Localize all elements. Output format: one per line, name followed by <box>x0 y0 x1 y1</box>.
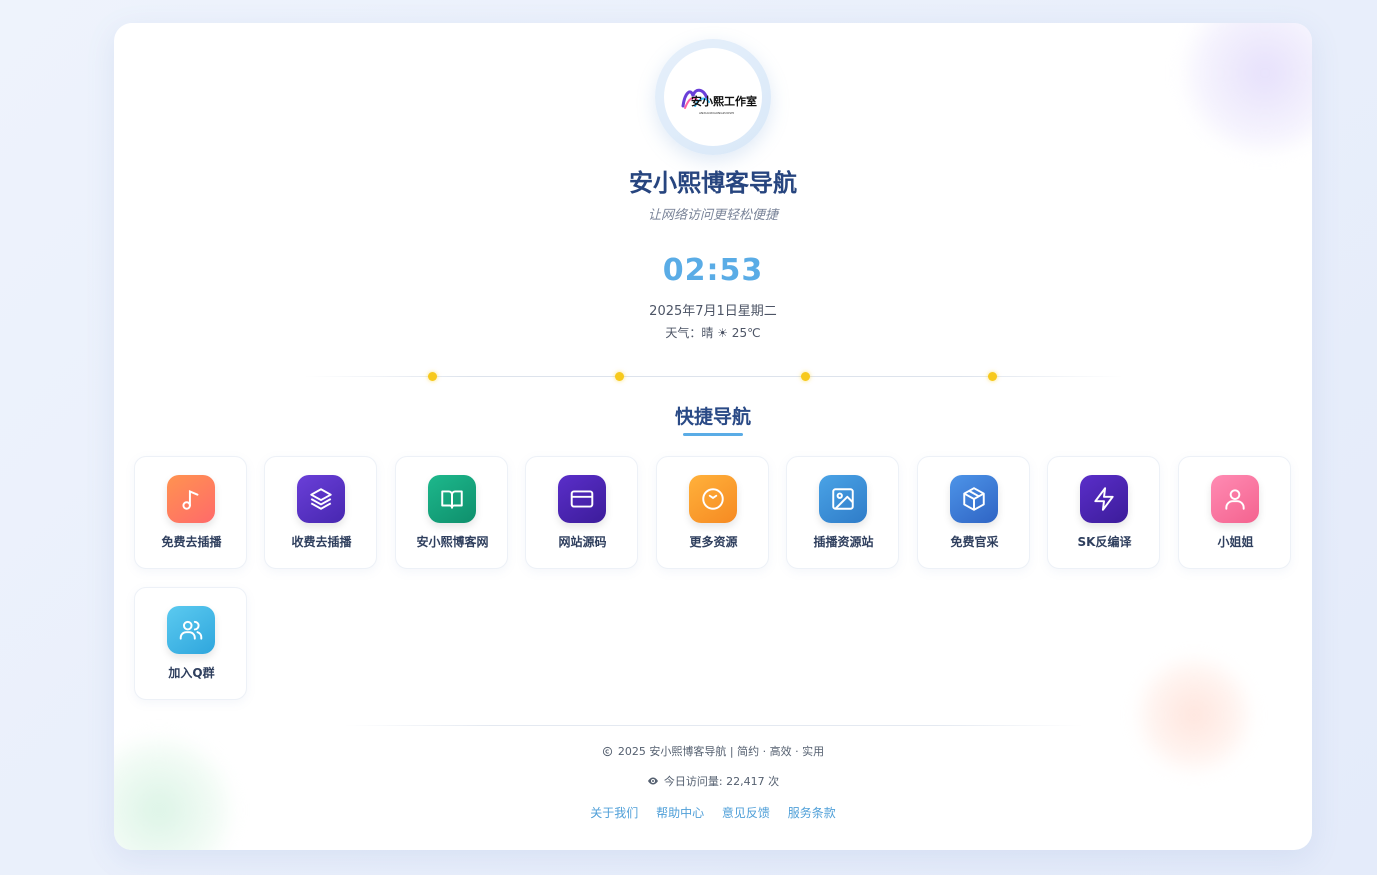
copyright-icon <box>602 746 612 757</box>
nav-label: 更多资源 <box>689 535 738 549</box>
nav-card-blog[interactable]: 安小熙博客网 <box>395 456 508 569</box>
footer-copyright: 2025 安小熙博客导航 | 简约 · 高效 · 实用 <box>114 743 1312 759</box>
main-card: 安小熙工作室 ANXIAOXIGONGZUOSHI 安小熙博客导航 让网络访问更… <box>114 23 1312 850</box>
footer-link-help[interactable]: 帮助中心 <box>656 806 704 820</box>
image-icon <box>819 475 867 523</box>
nav-label: 加入Q群 <box>168 666 215 680</box>
footer-link-feedback[interactable]: 意见反馈 <box>722 806 770 820</box>
user-icon <box>1211 475 1259 523</box>
layers-icon <box>297 475 345 523</box>
divider-dot <box>801 372 810 381</box>
nav-label: 安小熙博客网 <box>416 535 489 549</box>
clock-time: 02:53 <box>662 253 764 288</box>
decor-blob-purple <box>1180 23 1312 153</box>
copyright-text: 2025 安小熙博客导航 | 简约 · 高效 · 实用 <box>617 745 825 758</box>
section-underline <box>683 433 743 436</box>
nav-card-miss[interactable]: 小姐姐 <box>1178 456 1291 569</box>
book-icon <box>428 475 476 523</box>
weather-info: 天气：晴 ☀ 25℃ <box>665 326 761 340</box>
clock-date: 2025年7月1日星期二 <box>649 304 777 319</box>
nav-label: 网站源码 <box>558 535 607 549</box>
slogan: 让网络访问更轻松便捷 <box>647 208 778 223</box>
lightning-icon <box>1080 475 1128 523</box>
nav-label: 收费去插播 <box>291 535 352 549</box>
nav-card-join-qq-group[interactable]: 加入Q群 <box>134 587 247 700</box>
divider-dot <box>615 372 624 381</box>
site-logo[interactable]: 安小熙工作室 ANXIAOXIGONGZUOSHI <box>655 39 771 155</box>
section-title: 快捷导航 <box>674 406 751 428</box>
footer-divider <box>344 725 1084 726</box>
nav-card-free-official[interactable]: 免费官采 <box>917 456 1030 569</box>
divider-dot <box>428 372 437 381</box>
music-note-icon <box>167 475 215 523</box>
divider-dot <box>988 372 997 381</box>
footer-link-terms[interactable]: 服务条款 <box>788 806 836 820</box>
nav-card-paid-insert[interactable]: 收费去插播 <box>264 456 377 569</box>
nav-card-source-code[interactable]: 网站源码 <box>525 456 638 569</box>
nav-label: 插播资源站 <box>813 535 874 549</box>
nav-label: 免费去插播 <box>161 535 222 549</box>
footer-visits: 今日访问量: 22,417 次 <box>114 773 1312 789</box>
nav-card-sk-decompile[interactable]: SK反编译 <box>1047 456 1160 569</box>
nav-card-insert-resource-site[interactable]: 插播资源站 <box>786 456 899 569</box>
nav-label: 免费官采 <box>950 535 999 549</box>
divider <box>304 376 1124 377</box>
eye-icon <box>647 777 658 785</box>
footer-links: 关于我们 帮助中心 意见反馈 服务条款 <box>114 804 1312 821</box>
users-icon <box>167 606 215 654</box>
page-title: 安小熙博客导航 <box>629 169 797 197</box>
clock-icon <box>689 475 737 523</box>
nav-card-free-insert[interactable]: 免费去插播 <box>134 456 247 569</box>
nav-card-more-resources[interactable]: 更多资源 <box>656 456 769 569</box>
logo-brand-subtext: ANXIAOXIGONGZUOSHI <box>699 111 735 115</box>
nav-label: 小姐姐 <box>1217 535 1254 549</box>
box-icon <box>950 475 998 523</box>
footer-link-about[interactable]: 关于我们 <box>590 806 638 820</box>
credit-card-icon <box>558 475 606 523</box>
visits-text: 今日访问量: 22,417 次 <box>663 775 780 788</box>
logo-brand-text: 安小熙工作室 <box>691 95 757 108</box>
nav-label: SK反编译 <box>1077 535 1132 549</box>
